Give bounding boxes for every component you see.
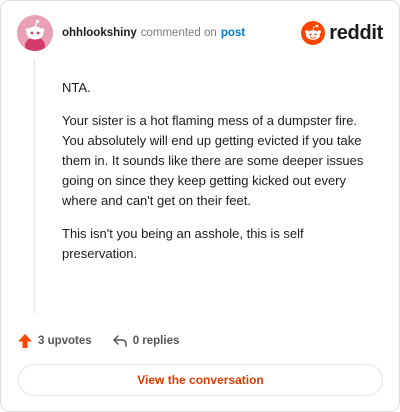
reddit-logo-icon [301, 21, 326, 45]
replies-count: 0 replies [132, 335, 180, 347]
thread-line [34, 59, 35, 314]
comment-meta: ohhlookshiny commented on post [62, 27, 245, 39]
comment-paragraph: This isn't you being an asshole, this is… [62, 226, 304, 261]
upvote-arrow-icon [18, 334, 32, 348]
comment-footer: 3 upvotes 0 replies [17, 331, 179, 351]
reddit-brand[interactable]: reddit [301, 21, 383, 45]
reply-arrow-icon [112, 335, 127, 347]
post-link[interactable]: post [221, 27, 245, 39]
comment-header: ohhlookshiny commented on post reddit [17, 15, 383, 51]
avatar-snoo-icon [17, 15, 53, 51]
avatar[interactable] [17, 15, 53, 51]
replies-stat[interactable]: 0 replies [112, 333, 180, 349]
comment-paragraph: Your sister is a hot flaming mess of a d… [62, 113, 364, 208]
upvotes-count: 3 upvotes [38, 335, 92, 347]
view-conversation-button[interactable]: View the conversation [18, 364, 383, 396]
upvotes-stat[interactable]: 3 upvotes [17, 333, 92, 349]
brand-wordmark: reddit [329, 21, 383, 44]
comment-body: NTA. Your sister is a hot flaming mess o… [62, 78, 382, 277]
action-text: commented on [140, 27, 217, 39]
username-link[interactable]: ohhlookshiny [62, 27, 137, 39]
comment-paragraph: NTA. [62, 80, 91, 95]
comment-embed-card: ohhlookshiny commented on post reddit NT… [0, 0, 400, 412]
